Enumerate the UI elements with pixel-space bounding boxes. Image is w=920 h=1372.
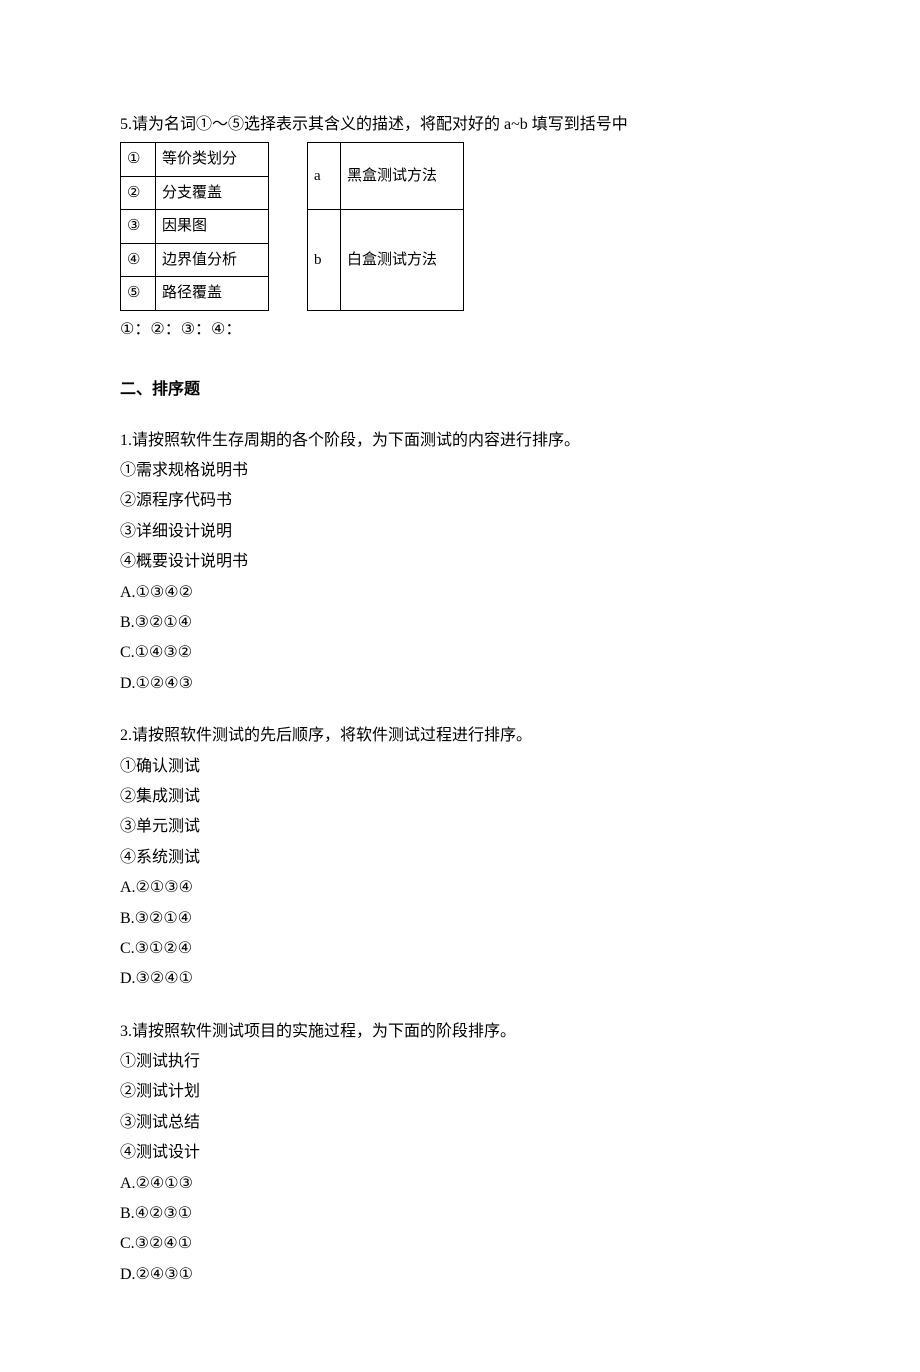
q5-left-num-2: ② xyxy=(121,176,156,210)
q1-option-d: D.①②④③ xyxy=(120,669,800,699)
q5-left-term-5: 路径覆盖 xyxy=(156,277,269,311)
q5-left-term-1: 等价类划分 xyxy=(156,143,269,177)
q2-item-4: ④系统测试 xyxy=(120,843,800,873)
q5-answer-line: ①：②：③：④： xyxy=(120,315,800,345)
q3-option-a: A.②④①③ xyxy=(120,1169,800,1199)
q5-left-num-4: ④ xyxy=(121,243,156,277)
q1-option-b: B.③②①④ xyxy=(120,608,800,638)
q3-option-c: C.③②④① xyxy=(120,1229,800,1259)
q3-prompt: 3.请按照软件测试项目的实施过程，为下面的阶段排序。 xyxy=(120,1017,800,1047)
q5-right-desc-b: 白盒测试方法 xyxy=(341,210,464,311)
q2-option-b: B.③②①④ xyxy=(120,904,800,934)
q5-prompt: 5.请为名词①～⑤选择表示其含义的描述，将配对好的 a~b 填写到括号中 xyxy=(120,110,800,140)
q3-item-3: ③测试总结 xyxy=(120,1108,800,1138)
question-2: 2.请按照软件测试的先后顺序，将软件测试过程进行排序。 ①确认测试 ②集成测试 … xyxy=(120,721,800,995)
q1-prompt: 1.请按照软件生存周期的各个阶段，为下面测试的内容进行排序。 xyxy=(120,426,800,456)
q5-left-term-2: 分支覆盖 xyxy=(156,176,269,210)
q3-item-2: ②测试计划 xyxy=(120,1077,800,1107)
q1-option-a: A.①③④② xyxy=(120,578,800,608)
q2-prompt: 2.请按照软件测试的先后顺序，将软件测试过程进行排序。 xyxy=(120,721,800,751)
q5-right-letter-b: b xyxy=(308,210,341,311)
section-2-title: 二、排序题 xyxy=(120,375,800,405)
table-gap xyxy=(269,143,308,311)
q1-item-1: ①需求规格说明书 xyxy=(120,456,800,486)
q2-option-d: D.③②④① xyxy=(120,964,800,994)
q2-option-a: A.②①③④ xyxy=(120,873,800,903)
q1-item-2: ②源程序代码书 xyxy=(120,486,800,516)
q2-item-2: ②集成测试 xyxy=(120,782,800,812)
q2-item-3: ③单元测试 xyxy=(120,812,800,842)
q5-right-letter-a: a xyxy=(308,143,341,210)
question-1: 1.请按照软件生存周期的各个阶段，为下面测试的内容进行排序。 ①需求规格说明书 … xyxy=(120,426,800,700)
q3-option-b: B.④②③① xyxy=(120,1199,800,1229)
q3-option-d: D.②④③① xyxy=(120,1260,800,1290)
q5-left-num-3: ③ xyxy=(121,210,156,244)
question-3: 3.请按照软件测试项目的实施过程，为下面的阶段排序。 ①测试执行 ②测试计划 ③… xyxy=(120,1017,800,1291)
q5-right-desc-a: 黑盒测试方法 xyxy=(341,143,464,210)
q2-option-c: C.③①②④ xyxy=(120,934,800,964)
q2-item-1: ①确认测试 xyxy=(120,752,800,782)
q1-option-c: C.①④③② xyxy=(120,638,800,668)
q5-left-term-3: 因果图 xyxy=(156,210,269,244)
q1-item-4: ④概要设计说明书 xyxy=(120,547,800,577)
q3-item-4: ④测试设计 xyxy=(120,1138,800,1168)
q5-left-num-5: ⑤ xyxy=(121,277,156,311)
q1-item-3: ③详细设计说明 xyxy=(120,517,800,547)
q5-match-table: ① 等价类划分 a 黑盒测试方法 ② 分支覆盖 ③ 因果图 b 白盒测试方法 ④… xyxy=(120,142,464,311)
q5-left-num-1: ① xyxy=(121,143,156,177)
q3-item-1: ①测试执行 xyxy=(120,1047,800,1077)
q5-left-term-4: 边界值分析 xyxy=(156,243,269,277)
